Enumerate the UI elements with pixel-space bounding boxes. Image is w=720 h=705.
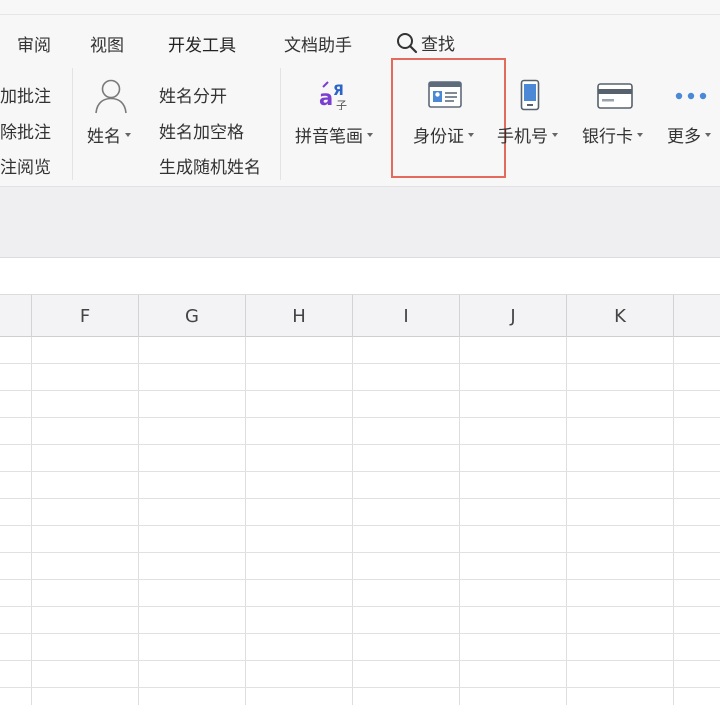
grid-row-line [0,660,720,661]
ribbon: 审阅 视图 开发工具 文档助手 查找 添加批注 删除批注 批注阅览 姓名 姓名分… [0,0,720,186]
group-separator [280,68,281,180]
cell-grid[interactable] [0,337,720,705]
search-tab[interactable]: 查找 [396,30,455,55]
more-label: 更多 [667,127,701,147]
svg-text:子: 子 [336,99,347,110]
name-add-space-button[interactable]: 姓名加空格 [159,118,244,143]
phone-number-button[interactable]: 手机号 [497,122,558,147]
chevron-down-icon [705,133,711,137]
grid-column-line [673,337,674,705]
grid-row-line [0,498,720,499]
add-comment-button[interactable]: 添加批注 [0,82,51,107]
chevron-down-icon [367,133,373,137]
ribbon-top-divider [0,14,720,15]
tab-view[interactable]: 视图 [90,31,124,56]
grid-column-line [138,337,139,705]
bank-card-button[interactable]: 银行卡 [582,122,643,147]
grid-column-line [245,337,246,705]
pinyin-icon: a Я 子 [319,81,347,110]
group-separator [72,68,73,180]
column-header-g[interactable]: G [139,306,245,327]
grid-row-line [0,687,720,688]
formula-bar[interactable] [0,258,720,295]
pinyin-label: 拼音笔画 [295,127,363,147]
grid-row-line [0,390,720,391]
chevron-down-icon [552,133,558,137]
split-name-button[interactable]: 姓名分开 [159,82,227,107]
grid-row-line [0,552,720,553]
tab-developer-tools[interactable]: 开发工具 [168,31,236,56]
search-label: 查找 [421,35,455,55]
chevron-down-icon [125,133,131,137]
delete-comment-button[interactable]: 删除批注 [0,118,51,143]
person-icon [95,79,127,114]
column-header-f[interactable]: F [32,306,138,327]
column-header-h[interactable]: H [246,306,352,327]
grid-row-line [0,606,720,607]
tab-document-assistant[interactable]: 文档助手 [284,31,352,56]
svg-text:Я: Я [333,83,344,99]
bank-card-label: 银行卡 [582,127,633,147]
name-dropdown-button[interactable]: 姓名 [87,122,131,147]
grid-column-line [566,337,567,705]
pinyin-strokes-button[interactable]: 拼音笔画 [295,122,373,147]
grid-row-line [0,363,720,364]
column-header-i[interactable]: I [353,306,459,327]
search-icon [397,32,418,53]
review-comments-button[interactable]: 批注阅览 [0,153,51,178]
column-header-k[interactable]: K [567,306,673,327]
more-icon [675,92,707,100]
svg-text:a: a [319,86,333,110]
more-button[interactable]: 更多 [667,122,711,147]
grid-column-line [459,337,460,705]
random-name-button[interactable]: 生成随机姓名 [159,153,261,178]
ribbon-bottom-band [0,186,720,258]
grid-row-line [0,525,720,526]
grid-row-line [0,417,720,418]
grid-column-line [31,337,32,705]
phone-icon [520,79,540,111]
name-button-label: 姓名 [87,127,121,147]
phone-label: 手机号 [497,127,548,147]
tab-review[interactable]: 审阅 [17,31,51,56]
grid-row-line [0,579,720,580]
grid-row-line [0,471,720,472]
grid-column-line [352,337,353,705]
grid-row-line [0,444,720,445]
bank-card-icon [597,83,633,109]
chevron-down-icon [637,133,643,137]
column-divider [673,295,674,337]
id-card-highlight-box [391,58,506,178]
column-header-j[interactable]: J [460,306,566,327]
grid-row-line [0,633,720,634]
column-header-row: F G H I J K [0,295,720,337]
